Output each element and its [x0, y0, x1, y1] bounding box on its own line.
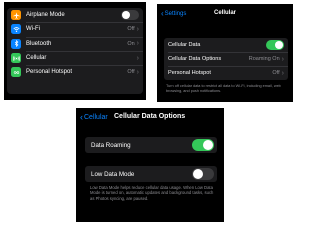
- cellular-label: Cellular: [26, 55, 47, 62]
- cellular-data-row[interactable]: Cellular Data: [164, 38, 288, 52]
- chevron-right-icon: ›: [281, 69, 284, 77]
- chevron-right-icon: ›: [136, 40, 139, 48]
- back-label: Cellular: [84, 114, 108, 121]
- cellular-icon: [11, 53, 21, 64]
- back-button[interactable]: ‹ Cellular: [80, 113, 108, 122]
- data-roaming-row[interactable]: Data Roaming: [85, 137, 217, 153]
- airplane-mode-label: Airplane Mode: [26, 12, 65, 19]
- page-title: Cellular Data Options: [114, 113, 186, 120]
- settings-group: Airplane Mode Wi-Fi Off › Bluetooth On ›…: [7, 8, 143, 94]
- chevron-right-icon: ›: [136, 25, 139, 33]
- bluetooth-icon: [11, 38, 21, 49]
- cellular-data-options-panel: ‹ Cellular Cellular Data Options Data Ro…: [76, 108, 224, 222]
- cellular-data-options-label: Cellular Data Options: [168, 56, 222, 62]
- bluetooth-row[interactable]: Bluetooth On ›: [7, 36, 143, 51]
- cellular-panel: ‹ Settings Cellular Cellular Data Cellul…: [157, 4, 293, 102]
- wifi-row[interactable]: Wi-Fi Off ›: [7, 22, 143, 36]
- nav-bar: ‹ Cellular Cellular Data Options: [76, 111, 224, 123]
- data-roaming-label: Data Roaming: [91, 141, 131, 149]
- data-roaming-toggle[interactable]: [192, 139, 214, 151]
- cellular-data-toggle[interactable]: [266, 40, 284, 50]
- airplane-mode-row[interactable]: Airplane Mode: [7, 8, 143, 22]
- cellular-data-options-value: Roaming On: [248, 56, 280, 62]
- cellular-data-options-row[interactable]: Cellular Data Options Roaming On ›: [164, 52, 288, 66]
- cellular-data-label: Cellular Data: [168, 42, 201, 48]
- settings-panel: Airplane Mode Wi-Fi Off › Bluetooth On ›…: [4, 2, 146, 100]
- chevron-right-icon: ›: [136, 54, 139, 62]
- wifi-value: Off: [127, 26, 135, 33]
- personal-hotspot-value: Off: [272, 70, 280, 76]
- low-data-mode-footnote: Low Data Mode helps reduce cellular data…: [90, 185, 214, 201]
- low-data-mode-label: Low Data Mode: [91, 170, 135, 178]
- hotspot-icon: [11, 67, 21, 78]
- personal-hotspot-row[interactable]: Personal Hotspot Off ›: [7, 65, 143, 79]
- personal-hotspot-row[interactable]: Personal Hotspot Off ›: [164, 66, 288, 80]
- personal-hotspot-label: Personal Hotspot: [168, 70, 211, 76]
- cellular-row[interactable]: Cellular ›: [7, 50, 143, 65]
- low-data-mode-row[interactable]: Low Data Mode: [85, 166, 217, 182]
- bluetooth-value: On: [127, 40, 135, 47]
- low-data-mode-toggle[interactable]: [192, 168, 214, 180]
- chevron-right-icon: ›: [281, 55, 284, 63]
- airplane-icon: [11, 10, 21, 21]
- personal-hotspot-label: Personal Hotspot: [26, 69, 73, 76]
- cellular-group: Cellular Data Cellular Data Options Roam…: [164, 38, 288, 80]
- cellular-footnote: Turn off cellular data to restrict all d…: [166, 84, 281, 93]
- nav-bar: ‹ Settings Cellular: [157, 8, 293, 20]
- personal-hotspot-value: Off: [127, 69, 135, 76]
- page-title: Cellular: [213, 10, 236, 16]
- airplane-mode-toggle[interactable]: [121, 10, 139, 21]
- wifi-icon: [11, 24, 21, 35]
- chevron-left-icon: ‹: [80, 112, 83, 122]
- chevron-right-icon: ›: [136, 68, 139, 76]
- bluetooth-label: Bluetooth: [26, 40, 52, 47]
- wifi-label: Wi-Fi: [26, 26, 40, 33]
